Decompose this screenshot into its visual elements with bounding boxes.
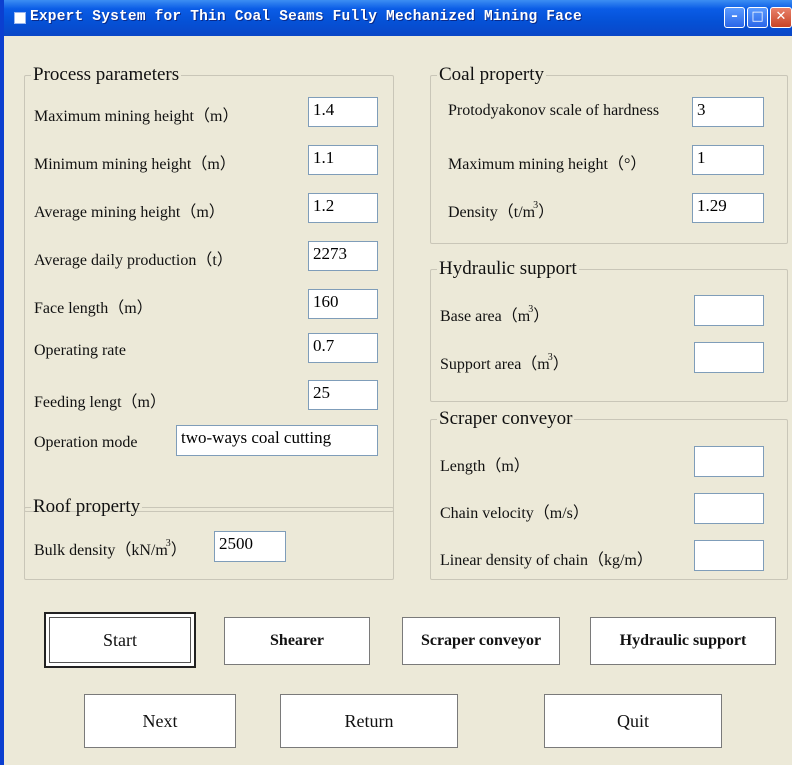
coal-property-legend: Coal property (439, 64, 545, 85)
title-bar[interactable]: Expert System for Thin Coal Seams Fully … (4, 0, 792, 36)
max-mining-height-field[interactable]: 1.4 (308, 97, 378, 127)
close-button[interactable]: ✕ (770, 7, 792, 28)
process-parameters-legend: Process parameters (33, 64, 180, 85)
client-area: Process parameters Maximum mining height… (4, 36, 792, 765)
avg-mining-height-label: Average mining height（m） (34, 204, 225, 221)
chain-velocity-field[interactable] (694, 493, 764, 524)
density-field[interactable]: 1.29 (692, 193, 764, 223)
app-icon (14, 12, 26, 24)
bulk-density-field[interactable]: 2500 (214, 531, 286, 562)
next-button[interactable]: Next (84, 694, 236, 748)
quit-button[interactable]: Quit (544, 694, 722, 748)
operation-mode-field[interactable]: two-ways coal cutting (176, 425, 378, 456)
minimize-button[interactable]: – (724, 7, 745, 28)
scraper-conveyor-legend: Scraper conveyor (439, 408, 573, 429)
linear-density-label: Linear density of chain（kg/m） (440, 552, 653, 569)
length-label: Length（m） (440, 458, 530, 475)
linear-density-field[interactable] (694, 540, 764, 571)
shearer-button[interactable]: Shearer (224, 617, 370, 665)
bulk-density-label: Bulk density（kN/m3） (34, 538, 187, 559)
length-field[interactable] (694, 446, 764, 477)
hydraulic-support-legend: Hydraulic support (439, 258, 577, 279)
window-title: Expert System for Thin Coal Seams Fully … (30, 9, 582, 25)
hardness-field[interactable]: 3 (692, 97, 764, 127)
min-mining-height-label: Minimum mining height（m） (34, 156, 236, 173)
start-button[interactable]: Start (44, 612, 196, 668)
feeding-length-label: Feeding lengt（m） (34, 394, 166, 411)
hydraulic-support-group: Hydraulic support (430, 258, 788, 402)
max-mining-height-label: Maximum mining height（m） (34, 108, 239, 125)
feeding-length-field[interactable]: 25 (308, 380, 378, 410)
face-length-field[interactable]: 160 (308, 289, 378, 319)
avg-mining-height-field[interactable]: 1.2 (308, 193, 378, 223)
daily-production-label: Average daily production（t） (34, 252, 233, 269)
operating-rate-field[interactable]: 0.7 (308, 333, 378, 363)
support-area-field[interactable] (694, 342, 764, 373)
face-length-label: Face length（m） (34, 300, 153, 317)
density-label: Density（t/m3） (448, 200, 555, 221)
operation-mode-label: Operation mode (34, 434, 138, 451)
main-window: Expert System for Thin Coal Seams Fully … (0, 0, 792, 765)
maximize-icon: □ (751, 9, 764, 24)
hydraulic-support-button[interactable]: Hydraulic support (590, 617, 776, 665)
coal-max-mining-height-label: Maximum mining height（°） (448, 156, 647, 173)
support-area-label: Support area（m3） (440, 352, 569, 373)
daily-production-field[interactable]: 2273 (308, 241, 378, 271)
scraper-conveyor-button[interactable]: Scraper conveyor (402, 617, 560, 665)
roof-property-legend: Roof property (33, 496, 141, 517)
maximize-button[interactable]: □ (747, 7, 768, 28)
min-mining-height-field[interactable]: 1.1 (308, 145, 378, 175)
coal-max-mining-height-field[interactable]: 1 (692, 145, 764, 175)
base-area-field[interactable] (694, 295, 764, 326)
chain-velocity-label: Chain velocity（m/s） (440, 505, 589, 522)
hardness-label: Protodyakonov scale of hardness (448, 102, 660, 119)
minimize-icon: – (731, 9, 738, 24)
return-button[interactable]: Return (280, 694, 458, 748)
base-area-label: Base area（m3） (440, 304, 550, 325)
operating-rate-label: Operating rate (34, 342, 126, 359)
close-icon: ✕ (775, 9, 787, 24)
